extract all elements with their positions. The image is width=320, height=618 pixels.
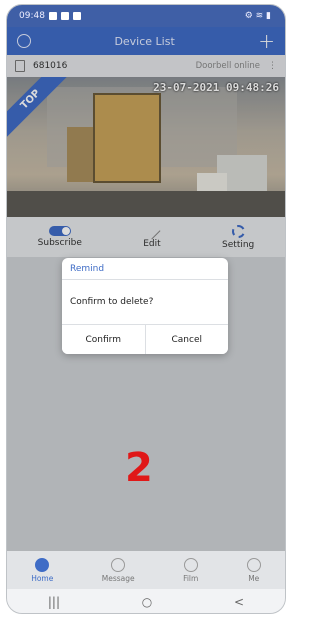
dialog-title: Remind	[62, 258, 228, 280]
notification-icon	[48, 12, 57, 20]
tab-home[interactable]: Home	[31, 557, 54, 583]
back-button[interactable]: <	[234, 595, 244, 609]
dialog-message: Confirm to delete?	[70, 297, 154, 307]
film-icon	[183, 557, 198, 572]
status-icons: ⚙ ≋ ▮	[244, 11, 271, 21]
message-icon	[111, 557, 126, 572]
home-icon	[35, 557, 50, 572]
user-icon	[246, 557, 261, 572]
tab-label: Message	[101, 573, 135, 583]
dialog-buttons: Confirm Cancel	[62, 324, 228, 354]
tab-label: Film	[183, 573, 199, 583]
tab-me[interactable]: Me	[246, 557, 261, 583]
confirm-button[interactable]: Confirm	[62, 325, 145, 354]
delete-confirm-dialog: Remind Confirm to delete? Confirm Cancel	[62, 258, 228, 354]
tab-label: Me	[248, 573, 260, 583]
home-button[interactable]: ○	[142, 595, 152, 609]
cancel-button[interactable]: Cancel	[144, 325, 228, 354]
status-bar: 09:48 ⚙ ≋ ▮	[7, 5, 285, 27]
status-time: 09:48	[19, 11, 45, 21]
system-nav-bar: ||| ○ <	[7, 589, 285, 613]
bottom-tab-bar: Home Message Film Me	[7, 551, 285, 589]
tab-label: Home	[31, 573, 54, 583]
notification-icon	[72, 12, 81, 20]
annotation-number: 2	[125, 445, 153, 491]
recent-apps-button[interactable]: |||	[48, 595, 60, 609]
notification-icon	[60, 12, 69, 20]
tab-message[interactable]: Message	[101, 557, 135, 583]
tab-film[interactable]: Film	[183, 557, 199, 583]
